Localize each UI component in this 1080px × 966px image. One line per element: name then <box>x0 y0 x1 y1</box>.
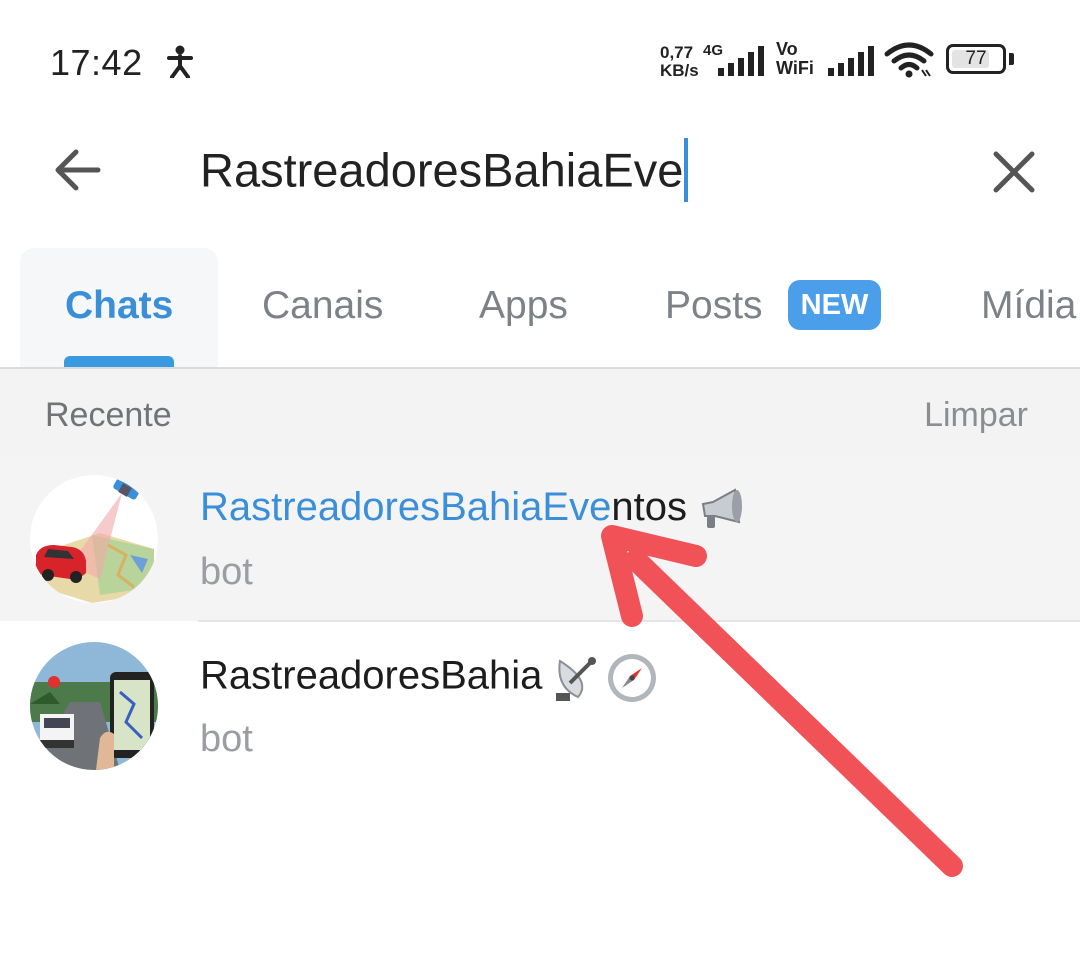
text-caret <box>684 138 689 202</box>
recent-title: Recente <box>45 396 172 434</box>
status-bar: 17:42 0,77 KB/s 4G Vo WiFi 77 <box>0 0 1080 120</box>
result-title-rest: RastreadoresBahia <box>200 653 543 698</box>
battery-cap <box>1009 53 1014 65</box>
result-subtitle: bot <box>200 551 253 593</box>
tab-midia[interactable]: Mídia <box>981 284 1076 328</box>
back-button[interactable] <box>48 140 108 200</box>
tab-canais[interactable]: Canais <box>262 284 383 328</box>
vo-label: Vo <box>776 39 798 59</box>
recent-section-header: Recente Limpar <box>0 369 1080 457</box>
status-time: 17:42 <box>50 42 143 83</box>
clear-recent-button[interactable]: Limpar <box>924 396 1028 435</box>
result-title-rest: ntos <box>611 485 687 529</box>
battery-level: 77 <box>965 48 987 69</box>
search-query: RastreadoresBahiaEve <box>200 143 684 197</box>
chat-result-item[interactable]: RastreadoresBahiaEventos bot <box>0 457 1080 621</box>
satellite-dish-icon <box>556 657 597 701</box>
result-title-match: RastreadoresBahiaEve <box>200 485 612 529</box>
loudspeaker-icon <box>701 488 742 529</box>
result-subtitle: bot <box>200 718 253 760</box>
result-title: RastreadoresBahiaEventos <box>200 485 747 532</box>
map-tracker-avatar-icon <box>30 475 158 603</box>
net-speed-unit: KB/s <box>660 61 699 80</box>
new-badge: NEW <box>788 280 881 330</box>
chat-result-item[interactable]: RastreadoresBahia bot <box>0 622 1080 786</box>
accessibility-icon <box>167 45 193 78</box>
search-tabs: Chats Canais Apps Posts Mídia <box>0 246 1080 368</box>
tab-posts[interactable]: Posts <box>665 284 763 328</box>
net-speed-value: 0,77 <box>660 43 694 62</box>
compass-icon <box>608 654 657 702</box>
battery-icon: 77 <box>946 44 1006 74</box>
signal-bars-icon <box>718 46 764 76</box>
signal-bars-icon <box>828 46 874 76</box>
wifi-icon <box>884 42 934 78</box>
result-title: RastreadoresBahia <box>200 652 658 704</box>
net-speed: 0,77 KB/s <box>660 44 699 80</box>
clear-search-button[interactable] <box>988 146 1040 198</box>
avatar <box>30 642 158 770</box>
search-input[interactable]: RastreadoresBahiaEve <box>200 138 689 206</box>
tab-apps[interactable]: Apps <box>479 284 568 328</box>
vowifi-label: Vo WiFi <box>776 40 814 78</box>
tab-chats[interactable]: Chats <box>65 284 173 328</box>
gps-phone-avatar-icon <box>30 642 158 770</box>
wifi-label: WiFi <box>776 58 814 78</box>
avatar <box>30 475 158 603</box>
